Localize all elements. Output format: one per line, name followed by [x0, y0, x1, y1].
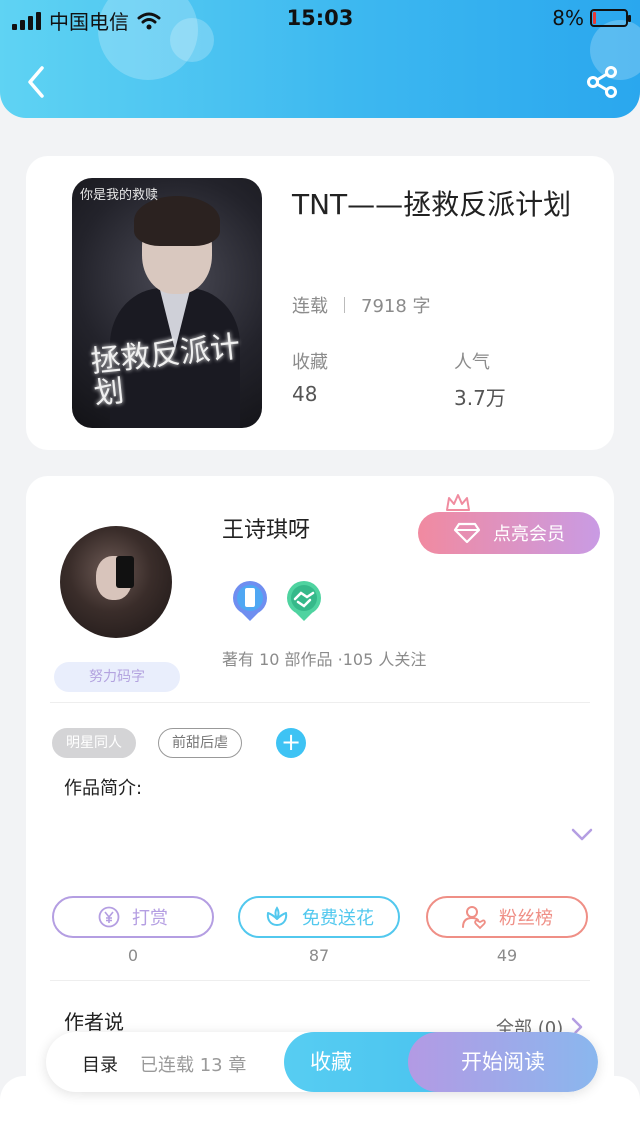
- start-reading-button[interactable]: 开始阅读: [408, 1032, 598, 1092]
- tag-chip[interactable]: 明星同人: [52, 728, 136, 758]
- book-info-card: 你是我的救赎 拯救反派计划 TNT——拯救反派计划 连载 7918 字 收藏 4…: [26, 156, 614, 450]
- bottom-action-bar: 目录 已连载 13 章 收藏 开始阅读: [46, 1032, 598, 1092]
- author-says-heading: 作者说: [64, 1010, 124, 1034]
- tip-label: 打赏: [132, 908, 168, 929]
- diamond-icon: [453, 522, 481, 544]
- author-stats: 著有 10 部作品 ·105 人关注: [222, 650, 427, 669]
- stat-value: 48: [292, 382, 318, 406]
- stat-popularity: 人气 3.7万: [454, 348, 506, 411]
- serial-status: 连载: [292, 296, 328, 317]
- send-flower-label: 免费送花: [302, 908, 374, 929]
- phone-medal-icon[interactable]: [232, 580, 268, 622]
- stat-value: 3.7万: [454, 386, 506, 410]
- book-title: TNT——拯救反派计划: [292, 188, 572, 221]
- vip-button[interactable]: 点亮会员: [418, 512, 600, 554]
- stat-favorites: 收藏 48: [292, 348, 328, 406]
- cover-figure-hair: [134, 196, 220, 246]
- chapter-count: 已连载 13 章: [140, 1055, 247, 1076]
- status-divider: [344, 297, 345, 313]
- avatar-phone: [116, 556, 134, 588]
- flower-icon: [266, 906, 288, 926]
- fan-count: 49: [496, 946, 518, 965]
- fan-ranking-label: 粉丝榜: [499, 908, 553, 929]
- flower-count: 87: [308, 946, 330, 965]
- plus-icon: +: [280, 728, 302, 756]
- tip-count: 0: [127, 946, 139, 965]
- author-name[interactable]: 王诗琪呀: [222, 512, 310, 544]
- tag-chip[interactable]: 前甜后虐: [158, 728, 242, 758]
- word-count: 7918 字: [361, 296, 431, 317]
- fans-icon: [462, 906, 486, 930]
- author-avatar[interactable]: [60, 526, 172, 638]
- status-time: 15:03: [286, 6, 354, 30]
- book-cover[interactable]: 你是我的救赎 拯救反派计划: [72, 178, 262, 428]
- tip-button[interactable]: 打赏: [52, 896, 214, 938]
- share-button[interactable]: [584, 64, 620, 100]
- fan-ranking-button[interactable]: 粉丝榜: [426, 896, 588, 938]
- intro-label: 作品简介:: [64, 778, 143, 799]
- app-header: 中国电信 15:03 8%: [0, 0, 640, 118]
- stat-label: 收藏: [292, 352, 328, 373]
- chevron-down-icon[interactable]: [570, 826, 594, 844]
- yen-icon: [98, 906, 120, 928]
- send-flower-button[interactable]: 免费送花: [238, 896, 400, 938]
- section-divider: [50, 702, 590, 703]
- catalog-button[interactable]: 目录: [82, 1051, 118, 1077]
- author-badge: 努力码字: [54, 662, 180, 692]
- battery-icon: [590, 9, 631, 27]
- add-tag-button[interactable]: +: [276, 728, 306, 758]
- handshake-medal-icon[interactable]: [286, 580, 322, 622]
- battery-percent: 8%: [552, 6, 584, 30]
- vip-button-label: 点亮会员: [493, 524, 565, 545]
- section-divider: [50, 980, 590, 981]
- book-status-row: 连载 7918 字: [292, 292, 431, 318]
- stat-label: 人气: [454, 352, 490, 373]
- back-button[interactable]: [22, 64, 52, 100]
- crown-icon: [446, 494, 470, 511]
- battery-fill: [593, 12, 596, 24]
- cover-tagline: 你是我的救赎: [80, 188, 159, 203]
- status-bar: 中国电信 15:03 8%: [0, 0, 640, 38]
